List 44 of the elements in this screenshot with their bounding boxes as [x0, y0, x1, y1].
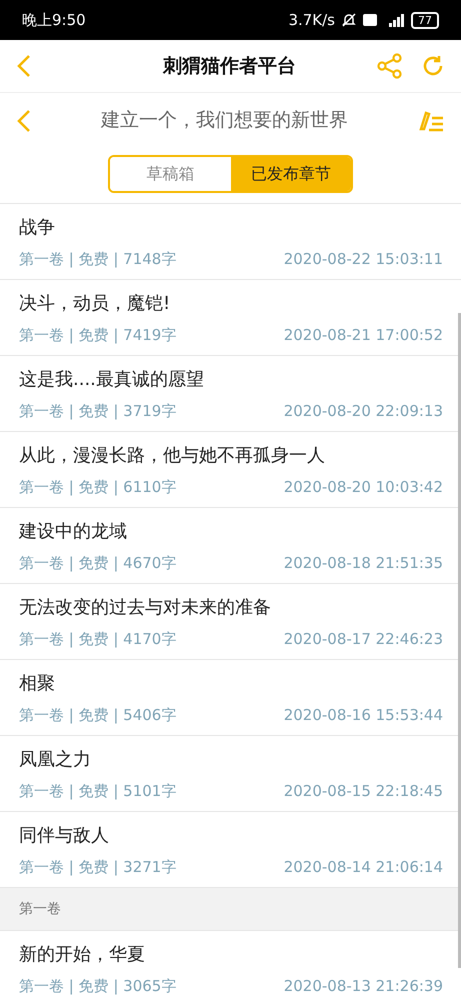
publish-time: 2020-08-16 15:53:44 — [284, 706, 443, 724]
bell-off-icon — [341, 12, 357, 28]
publish-time: 2020-08-15 22:18:45 — [284, 782, 443, 800]
battery-level: 77 — [411, 12, 439, 28]
publish-time: 2020-08-20 22:09:13 — [284, 402, 443, 420]
previous-button[interactable] — [16, 108, 32, 132]
chapter-title[interactable]: 同伴与敌人 — [19, 824, 109, 848]
chapter-meta: 第一卷 | 免费 | 6110字 — [19, 478, 176, 496]
back-button[interactable] — [16, 54, 32, 78]
chapter-meta: 第一卷 | 免费 | 3065字 — [19, 976, 176, 994]
chapter-meta: 第一卷 | 免费 | 4170字 — [19, 630, 176, 648]
chapter-meta: 第一卷 | 免费 | 7419字 — [19, 326, 176, 344]
chapter-title[interactable]: 相聚 — [19, 672, 55, 696]
chapter-title[interactable]: 新的开始，华夏 — [19, 942, 145, 966]
chapter-meta: 第一卷 | 免费 | 7148字 — [19, 250, 176, 268]
network-speed: 3.7K/s — [288, 10, 335, 31]
chapter-title[interactable]: 凤凰之力 — [19, 748, 91, 772]
publish-time: 2020-08-18 21:51:35 — [284, 554, 443, 572]
publish-time: 2020-08-20 10:03:42 — [284, 478, 443, 496]
chapter-title[interactable]: 这是我....最真诚的愿望 — [19, 368, 204, 392]
chapter-meta: 第一卷 | 免费 | 5406字 — [19, 706, 176, 724]
publish-time: 2020-08-17 22:46:23 — [284, 630, 443, 648]
publish-time: 2020-08-22 15:03:11 — [284, 250, 443, 268]
publish-time: 2020-08-14 21:06:14 — [284, 858, 443, 876]
book-title: 建立一个，我们想要的新世界 — [101, 108, 348, 134]
chapter-meta: 第一卷 | 免费 | 3719字 — [19, 402, 176, 420]
hd-icon — [363, 14, 377, 26]
chapter-title[interactable]: 建设中的龙域 — [19, 520, 127, 544]
section-header: 第一卷 — [0, 888, 461, 931]
chapter-meta: 第一卷 | 免费 | 5101字 — [19, 782, 176, 800]
tab[interactable]: 已发布章节 — [230, 157, 351, 191]
chapter-title[interactable]: 战争 — [19, 216, 55, 240]
publish-time: 2020-08-13 21:26:39 — [284, 976, 443, 994]
chapter-title[interactable]: 决斗，动员，魔铠! — [19, 292, 170, 316]
app-title: 刺猬猫作者平台 — [163, 54, 296, 79]
chapter-title[interactable]: 无法改变的过去与对未来的准备 — [19, 596, 271, 620]
chapter-meta: 第一卷 | 免费 | 4670字 — [19, 554, 176, 572]
chapter-meta: 第一卷 | 免费 | 3271字 — [19, 858, 176, 876]
edit-list-button[interactable] — [417, 108, 445, 132]
share-button[interactable] — [377, 53, 403, 79]
status-time: 晚上9:50 — [22, 10, 86, 31]
chapter-title[interactable]: 从此，漫漫长路，他与她不再孤身一人 — [19, 444, 325, 468]
publish-time: 2020-08-21 17:00:52 — [284, 326, 443, 344]
refresh-button[interactable] — [421, 54, 445, 78]
